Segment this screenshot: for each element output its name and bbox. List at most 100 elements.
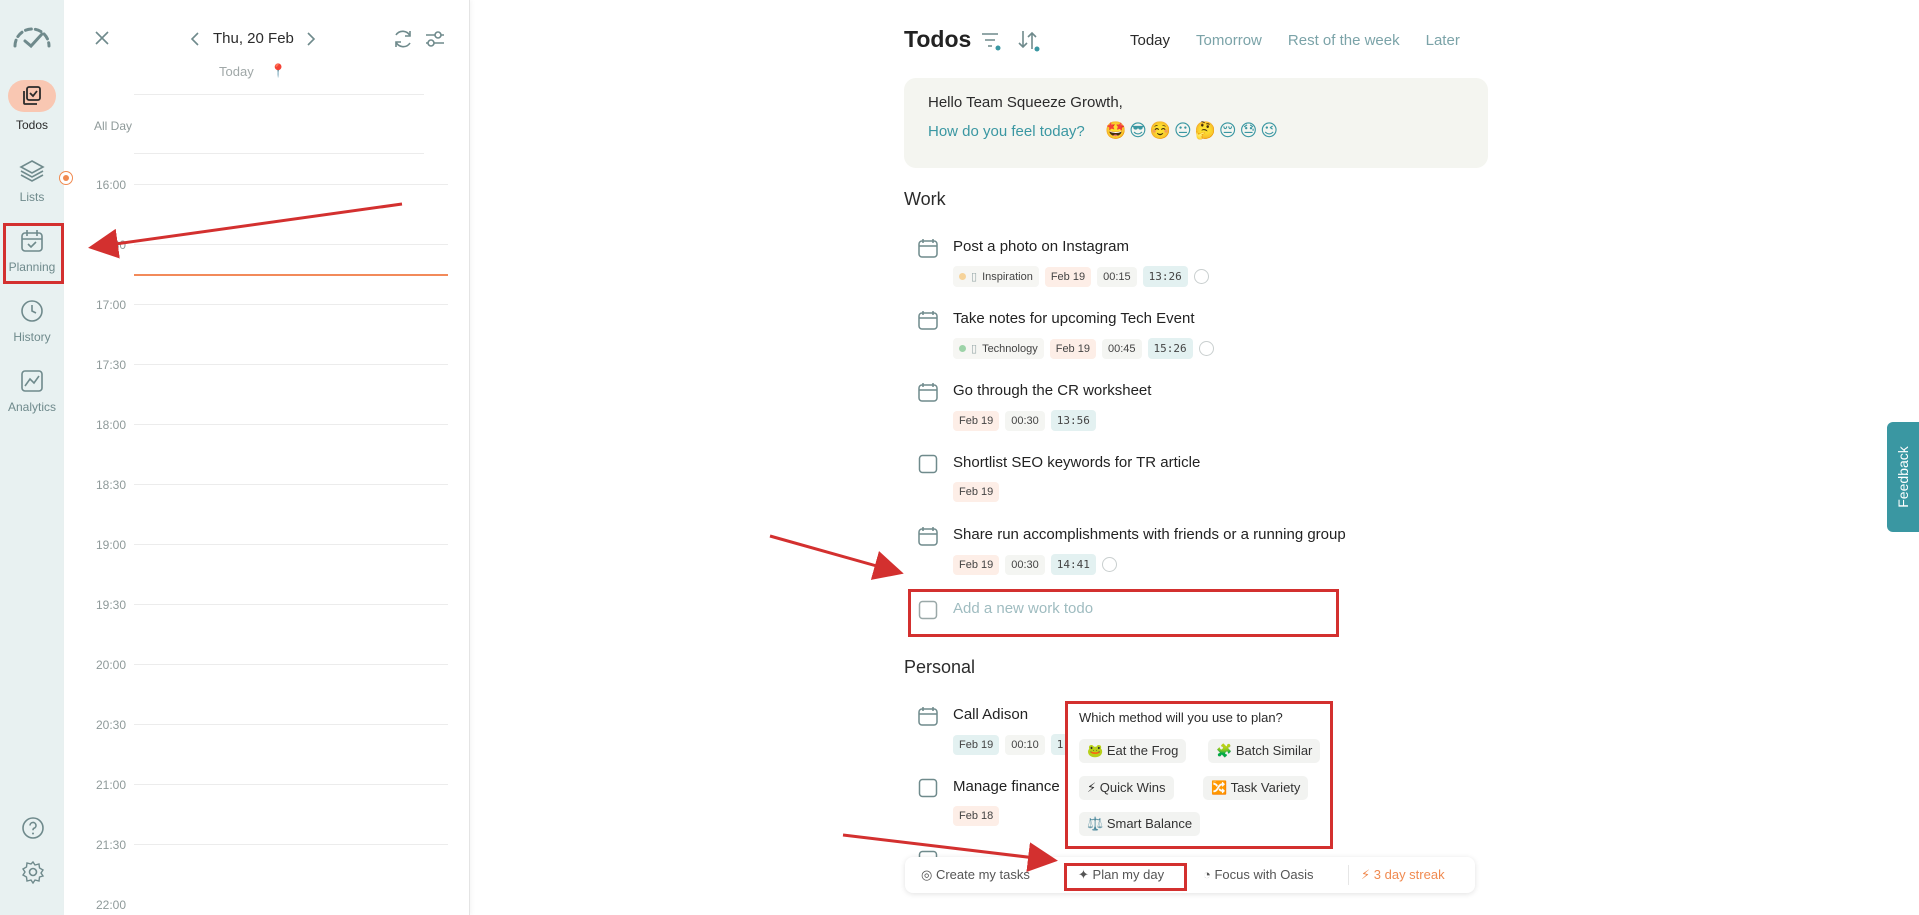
todo-text[interactable]: Manage finance	[953, 778, 1060, 795]
all-day-label: All Day	[93, 119, 132, 133]
date-chip[interactable]: Feb 18	[953, 806, 1000, 826]
method-label: Quick Wins	[1099, 780, 1166, 795]
location-pin-icon: 📍	[270, 63, 287, 78]
chevron-left-icon[interactable]	[190, 31, 200, 47]
nav-rail: Todos Lists Planning History Analytics	[0, 0, 64, 915]
timer-chip[interactable]: 15:26	[1147, 338, 1193, 359]
section-personal: Personal	[904, 657, 976, 677]
tag-chip[interactable]: ▯ Technology	[953, 338, 1044, 359]
sort-icon[interactable]	[1016, 28, 1040, 52]
add-work-todo-input[interactable]: Add a new work todo	[953, 600, 1093, 617]
nav-item-analytics[interactable]: Analytics	[0, 368, 64, 414]
streak-badge[interactable]: ⚡ 3 day streak	[1361, 867, 1445, 883]
calendar-check-icon[interactable]	[918, 382, 938, 402]
filter-icon[interactable]	[980, 30, 1002, 52]
date-chip[interactable]: Feb 19	[953, 554, 1000, 575]
tab-rest-of-week[interactable]: Rest of the week	[1288, 32, 1400, 49]
tab-today[interactable]: Today	[1130, 32, 1170, 49]
divider	[134, 94, 424, 95]
date-chip[interactable]: Feb 19	[953, 734, 1000, 755]
duration-chip[interactable]: 00:45	[1101, 338, 1142, 359]
todo-text[interactable]: Go through the CR worksheet	[953, 382, 1151, 399]
tab-later[interactable]: Later	[1426, 32, 1460, 49]
calendar-check-icon[interactable]	[918, 310, 938, 330]
hour-line	[134, 844, 448, 845]
todo-text[interactable]: Post a photo on Instagram	[953, 238, 1129, 255]
timer-chip[interactable]: 14:41	[1050, 554, 1096, 575]
method-label: Eat the Frog	[1106, 743, 1179, 758]
checkbox-icon[interactable]	[918, 454, 938, 474]
calendar-check-icon[interactable]	[918, 238, 938, 258]
hour-line	[134, 484, 448, 485]
mood-emoji-picker[interactable]: 🤩😎☺️😐🤔😔😓😉	[1105, 121, 1281, 141]
create-tasks-button[interactable]: ◎ Create my tasks	[921, 867, 1030, 883]
duration-chip[interactable]: 00:30	[1005, 410, 1045, 431]
method-label: Smart Balance	[1106, 816, 1193, 831]
hour-line	[134, 184, 448, 185]
feedback-tab[interactable]: Feedback	[1887, 422, 1919, 532]
date-chip[interactable]: Feb 19	[1049, 338, 1096, 359]
help-icon[interactable]	[21, 816, 45, 840]
timer-chip[interactable]: 13:26	[1142, 266, 1188, 287]
date-chip[interactable]: Feb 19	[953, 410, 1000, 431]
method-smart-balance[interactable]: ⚖️ Smart Balance	[1079, 812, 1201, 836]
todo-text[interactable]: Shortlist SEO keywords for TR article	[953, 454, 1200, 471]
nav-item-todos[interactable]: Todos	[0, 80, 64, 132]
time-label: 18:00	[95, 418, 126, 432]
today-link[interactable]: Today	[219, 64, 254, 79]
calendar-check-icon[interactable]	[918, 526, 938, 546]
frog-icon: 🐸	[1087, 743, 1104, 758]
duration-chip[interactable]: 00:15	[1097, 266, 1137, 287]
todo-text[interactable]: Share run accomplishments with friends o…	[953, 526, 1346, 543]
create-tasks-label: Create my tasks	[935, 867, 1030, 882]
hour-line	[134, 664, 448, 665]
record-indicator-icon[interactable]	[59, 171, 73, 185]
divider	[134, 153, 424, 154]
status-circle-icon[interactable]	[1198, 341, 1214, 356]
status-circle-icon[interactable]	[1193, 269, 1209, 284]
feedback-label: Feedback	[1895, 446, 1911, 508]
lightning-icon: ⚡	[1087, 780, 1097, 795]
method-batch-similar[interactable]: 🧩 Batch Similar	[1208, 739, 1321, 763]
nav-label: Planning	[8, 260, 56, 274]
todo-text[interactable]: Take notes for upcoming Tech Event	[953, 310, 1195, 327]
time-label: 18:30	[95, 478, 126, 492]
time-label: 30	[112, 238, 126, 252]
settings-sliders-icon[interactable]	[424, 29, 446, 49]
method-quick-wins[interactable]: ⚡ Quick Wins	[1079, 776, 1174, 800]
refresh-icon[interactable]	[392, 28, 414, 50]
method-eat-the-frog[interactable]: 🐸 Eat the Frog	[1079, 739, 1187, 763]
status-circle-icon[interactable]	[1101, 557, 1117, 572]
todo-text[interactable]: Call Adison	[953, 706, 1028, 723]
timer-chip[interactable]: 13:56	[1050, 410, 1096, 431]
tab-bar: Today Tomorrow Rest of the week Later	[1130, 32, 1486, 49]
balance-icon: ⚖️	[1087, 816, 1104, 831]
chevron-right-icon[interactable]	[306, 31, 316, 47]
checkbox-icon[interactable]	[918, 778, 938, 798]
tab-tomorrow[interactable]: Tomorrow	[1196, 32, 1262, 49]
todos-icon	[23, 86, 41, 105]
gear-icon[interactable]	[21, 860, 45, 884]
hour-line	[134, 244, 448, 245]
calendar-panel: Thu, 20 Feb Today 📍 All Day 16:00 30 17:…	[64, 0, 470, 915]
date-chip[interactable]: Feb 19	[953, 482, 1000, 502]
nav-item-lists[interactable]: Lists	[0, 158, 64, 204]
method-task-variety[interactable]: 🔀 Task Variety	[1203, 776, 1309, 800]
calendar-check-icon[interactable]	[918, 706, 938, 726]
nav-item-planning[interactable]: Planning	[0, 228, 64, 274]
duration-chip[interactable]: 00:10	[1005, 734, 1045, 755]
tag-chip[interactable]: ▯ Inspiration	[953, 266, 1039, 287]
nav-item-history[interactable]: History	[0, 298, 64, 344]
page-title: Todos	[904, 26, 972, 52]
bottom-action-bar: ◎ Create my tasks ✦ Plan my day ◔ Focus …	[905, 857, 1475, 893]
hour-line	[134, 304, 448, 305]
focus-oasis-button[interactable]: ◔ Focus with Oasis	[1203, 867, 1313, 882]
section-work: Work	[904, 189, 946, 209]
plan-my-day-button[interactable]: ✦ Plan my day	[1078, 867, 1164, 883]
streak-label: 3 day streak	[1373, 867, 1445, 882]
close-icon[interactable]	[94, 30, 110, 46]
logo-icon[interactable]	[12, 24, 52, 50]
date-chip[interactable]: Feb 19	[1044, 266, 1092, 287]
checkbox-icon	[918, 600, 938, 620]
duration-chip[interactable]: 00:30	[1005, 554, 1045, 575]
